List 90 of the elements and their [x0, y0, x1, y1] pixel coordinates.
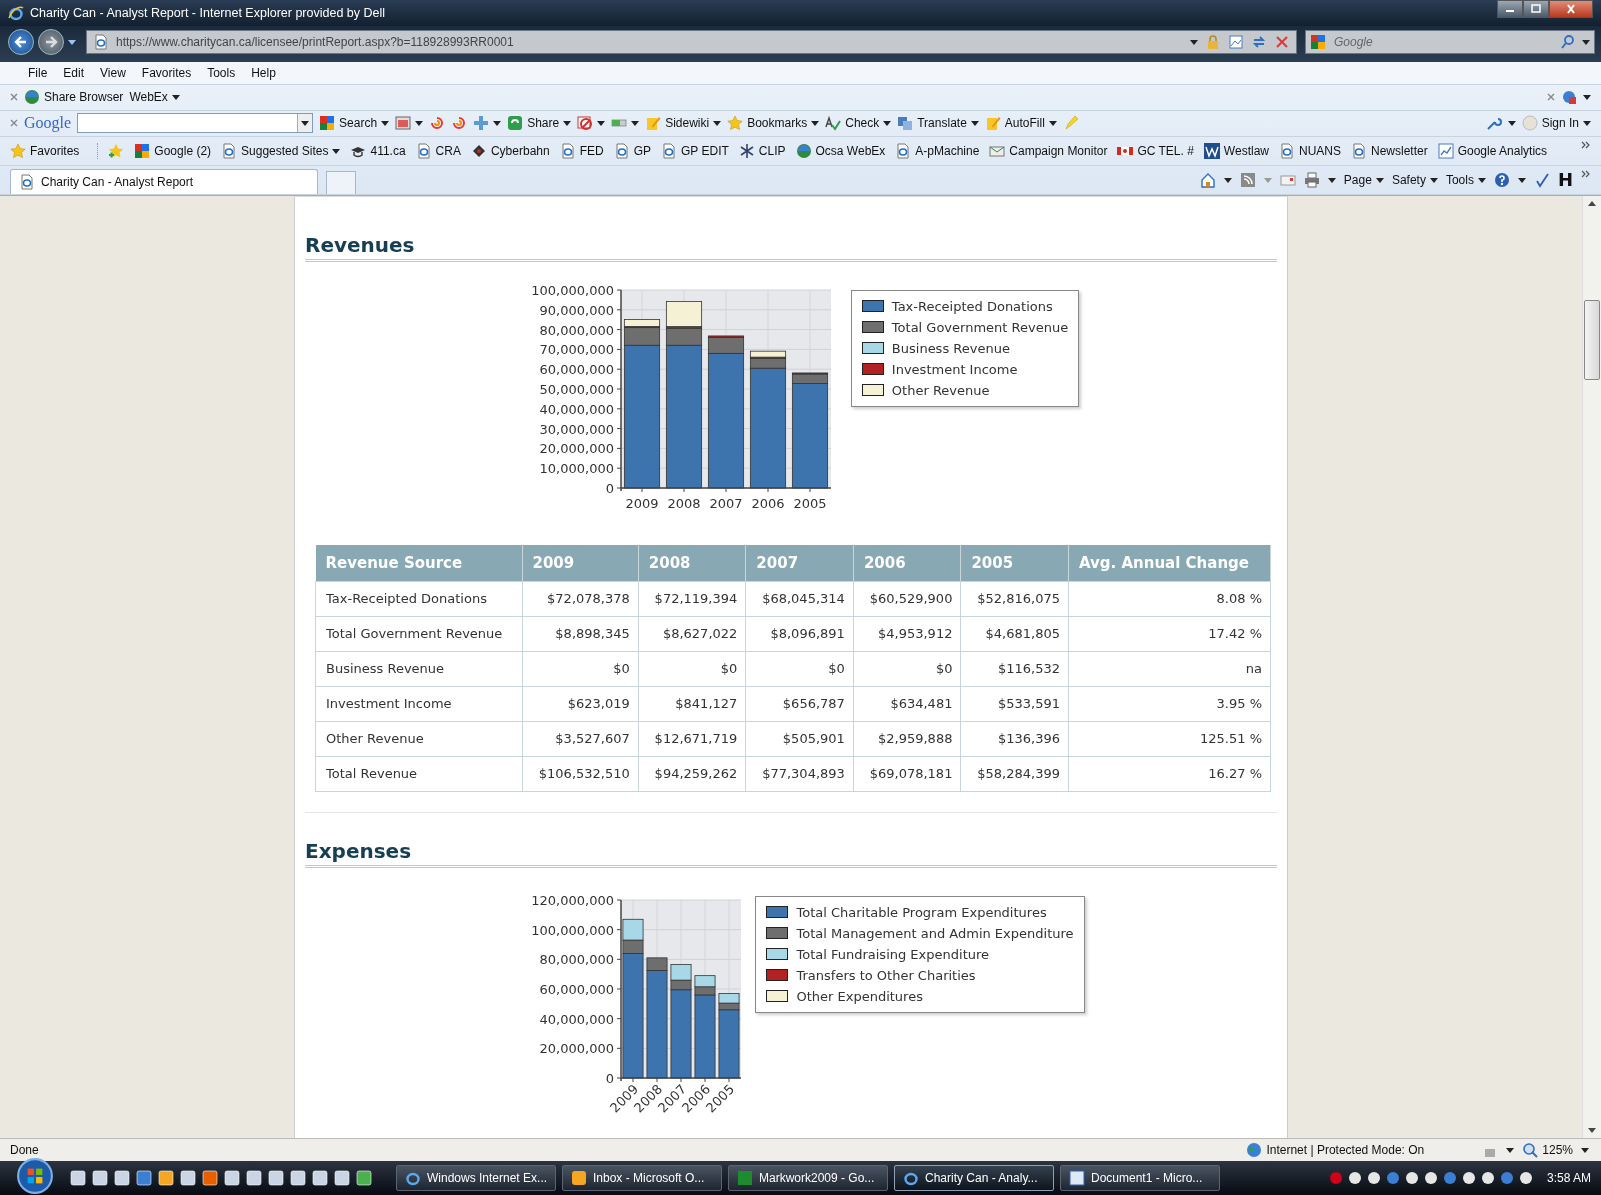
legend-label: Total Charitable Program Expenditures — [796, 904, 1047, 920]
legend-label: Total Government Revenue — [891, 319, 1069, 335]
table-cell: $136,396 — [960, 721, 1069, 757]
table-cell: Tax-Receipted Donations — [315, 581, 522, 617]
axis-label: 100,000,000 — [531, 922, 615, 938]
table-cell: 17.42 % — [1068, 616, 1271, 652]
legend-label: Total Management and Admin Expenditure — [796, 925, 1074, 941]
table-cell: $72,119,394 — [638, 581, 746, 617]
axis-label: 20,000,000 — [540, 1040, 615, 1056]
section-heading: Revenues — [305, 232, 1277, 262]
section-heading: Expenses — [305, 838, 1277, 868]
axis-label: 70,000,000 — [539, 341, 614, 357]
table-cell: $3,527,607 — [522, 721, 639, 757]
security-zone: Internet | Protected Mode: On — [1246, 1142, 1425, 1159]
table-cell: $8,096,891 — [745, 616, 854, 652]
axis-label: 60,000,000 — [539, 361, 614, 377]
axis-label: 100,000,000 — [531, 282, 614, 298]
axis-label: 50,000,000 — [539, 381, 614, 397]
legend-label: Total Fundraising Expenditure — [796, 946, 990, 962]
table-cell: 125.51 % — [1068, 721, 1271, 757]
table-cell: $0 — [745, 651, 854, 687]
table-cell: $69,078,181 — [853, 756, 961, 792]
table-cell: $623,019 — [522, 686, 639, 722]
axis-label: 20,000,000 — [539, 440, 614, 456]
column-header: Revenue Source — [315, 544, 522, 582]
table-cell: $0 — [522, 651, 639, 687]
table-cell: $2,959,888 — [853, 721, 961, 757]
table-cell: $58,284,399 — [960, 756, 1069, 792]
legend-label: Business Revenue — [891, 340, 1010, 356]
table-cell: Total Government Revenue — [315, 616, 522, 652]
table-cell: Total Revenue — [315, 756, 522, 792]
table-cell: na — [1068, 651, 1271, 687]
axis-label: 80,000,000 — [540, 951, 615, 967]
table-cell: Investment Income — [315, 686, 522, 722]
legend-label: Other Expenditures — [796, 988, 923, 1004]
table-cell: $8,627,022 — [638, 616, 746, 652]
table-cell: $106,532,510 — [522, 756, 639, 792]
table-cell: $0 — [638, 651, 746, 687]
table-cell: $634,481 — [853, 686, 961, 722]
table-cell: $0 — [853, 651, 961, 687]
table-cell: $72,078,378 — [522, 581, 639, 617]
axis-label: 80,000,000 — [539, 322, 614, 338]
table-cell: $8,898,345 — [522, 616, 639, 652]
table-cell: $533,591 — [960, 686, 1069, 722]
legend-label: Investment Income — [891, 361, 1018, 377]
table-cell: $656,787 — [745, 686, 854, 722]
url-text: https://www.charitycan.ca/licensee/printReport.aspx?b=118928993RR0001 — [116, 34, 514, 49]
axis-label: 2008 — [667, 495, 701, 511]
axis-label: 10,000,000 — [539, 460, 614, 476]
table-cell: $4,953,912 — [853, 616, 961, 652]
table-cell: $841,127 — [638, 686, 746, 722]
axis-label: 2006 — [751, 495, 785, 511]
axis-label: 30,000,000 — [539, 421, 614, 437]
axis-label: 2007 — [709, 495, 743, 511]
table-cell: $94,259,262 — [638, 756, 746, 792]
axis-label: 90,000,000 — [539, 302, 614, 318]
table-cell: 3.95 % — [1068, 686, 1271, 722]
axis-label: 0 — [605, 480, 614, 496]
status-text: Done — [10, 1143, 39, 1158]
axis-label: 40,000,000 — [539, 401, 614, 417]
column-header: 2007 — [745, 544, 854, 582]
axis-label: 40,000,000 — [540, 1011, 615, 1027]
window-title: Charity Can - Analyst Report - Internet Explorer provided by Dell — [30, 5, 386, 20]
table-cell: $68,045,314 — [745, 581, 854, 617]
table-cell: 16.27 % — [1068, 756, 1271, 792]
table-cell: Other Revenue — [315, 721, 522, 757]
axis-label: 2009 — [625, 495, 659, 511]
axis-label: 0 — [606, 1070, 615, 1086]
column-header: 2006 — [853, 544, 961, 582]
table-cell: 8.08 % — [1068, 581, 1271, 617]
clock: 3:58 AM — [1546, 1171, 1591, 1185]
google-logo: Google — [24, 114, 72, 133]
table-cell: $52,816,075 — [960, 581, 1069, 617]
column-header: 2009 — [522, 544, 639, 582]
column-header: Avg. Annual Change — [1068, 544, 1271, 582]
table-cell: $77,304,893 — [745, 756, 854, 792]
table-cell: $60,529,900 — [853, 581, 961, 617]
legend-label: Tax-Receipted Donations — [891, 298, 1053, 314]
axis-label: 2005 — [793, 495, 827, 511]
table-cell: Business Revenue — [315, 651, 522, 687]
column-header: 2008 — [638, 544, 746, 582]
table-cell: $116,532 — [960, 651, 1069, 687]
legend-label: Other Revenue — [891, 382, 990, 398]
table-cell: $505,901 — [745, 721, 854, 757]
axis-label: 60,000,000 — [540, 981, 615, 997]
legend-label: Transfers to Other Charities — [796, 967, 976, 983]
table-cell: $4,681,805 — [960, 616, 1069, 652]
table-cell: $12,671,719 — [638, 721, 746, 757]
axis-label: 120,000,000 — [531, 892, 615, 908]
column-header: 2005 — [960, 544, 1069, 582]
